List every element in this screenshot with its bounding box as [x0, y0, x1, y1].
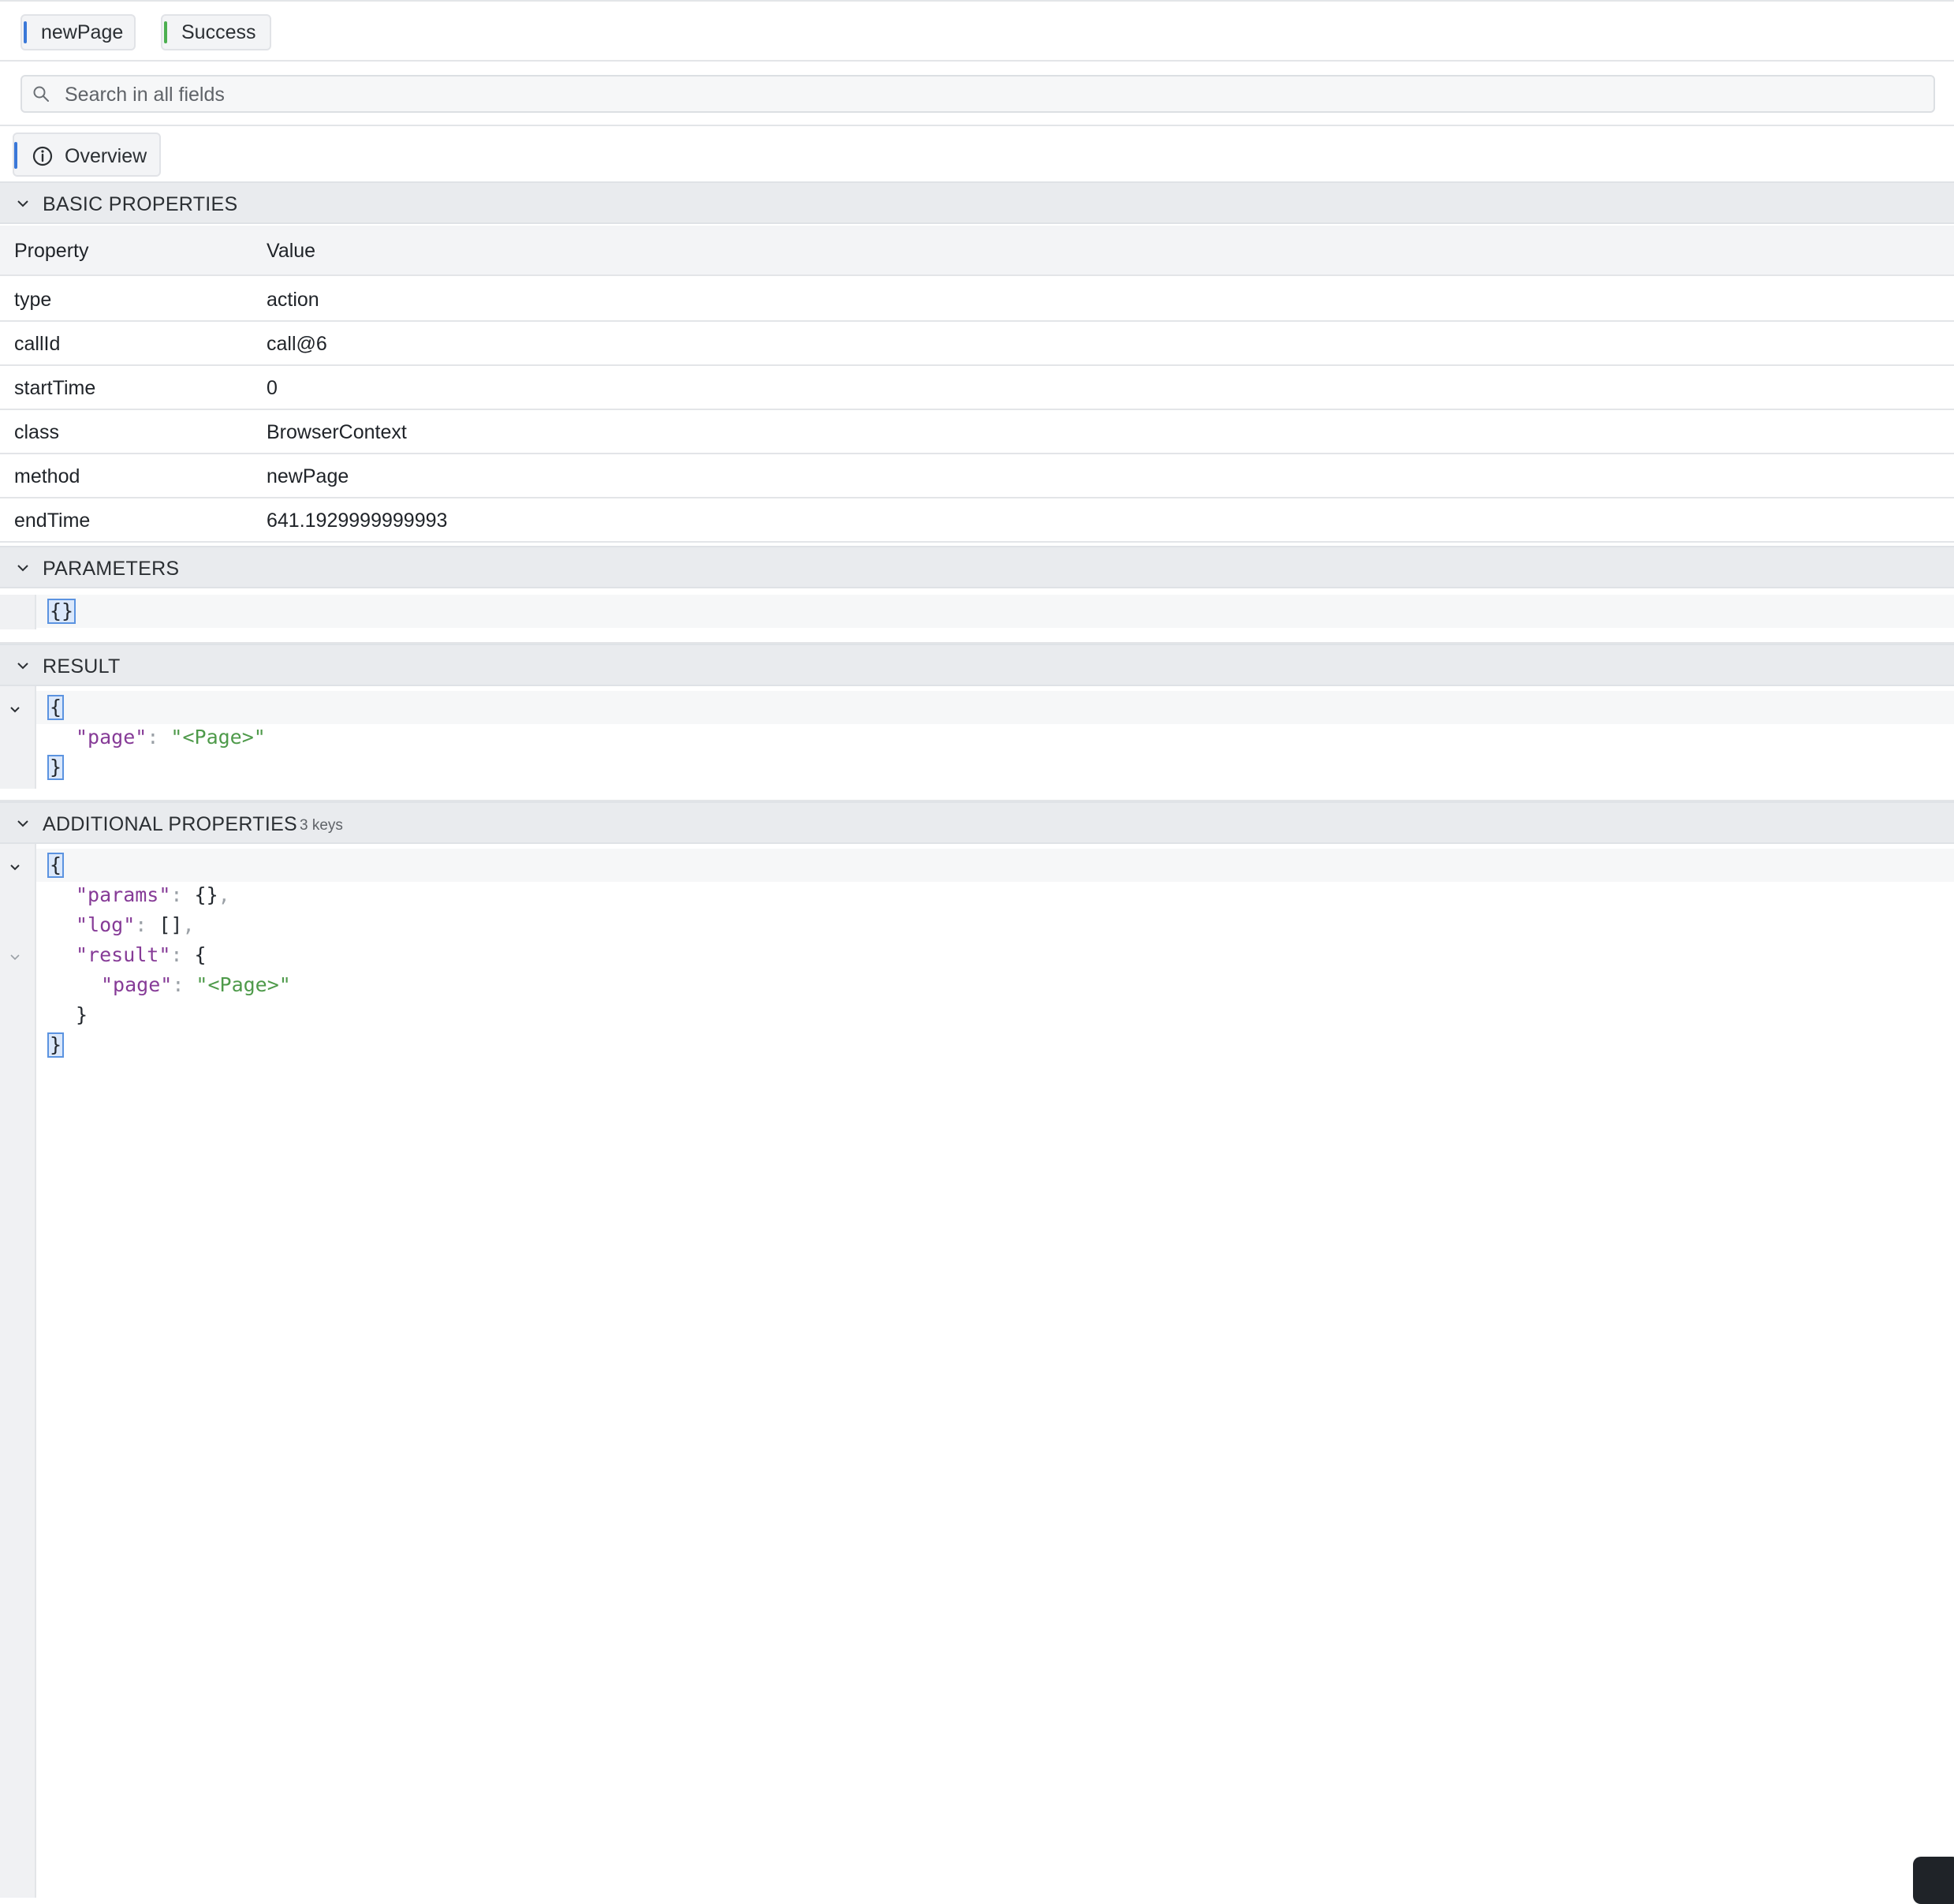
json-close-brace: }	[47, 755, 65, 780]
code-line: }	[76, 1000, 88, 1030]
json-colon: :	[147, 726, 171, 749]
property-value: action	[267, 289, 319, 311]
json-comma: ,	[182, 913, 195, 936]
info-icon	[32, 146, 53, 166]
section-title: RESULT	[43, 655, 121, 678]
floating-widget[interactable]	[1913, 1857, 1954, 1904]
code-gutter	[0, 844, 36, 1898]
table-row: endTime 641.1929999999993	[0, 498, 1954, 543]
code-line: {	[47, 850, 65, 880]
chevron-down-icon	[17, 820, 28, 827]
active-line	[36, 691, 1954, 724]
json-colon: :	[170, 883, 195, 906]
json-open-brace: {	[47, 853, 65, 878]
chevron-down-icon	[17, 200, 28, 207]
property-value: 0	[267, 377, 278, 399]
tab-overview-label: Overview	[65, 145, 147, 167]
table-row: callId call@6	[0, 322, 1954, 366]
chip-status[interactable]: Success	[161, 14, 271, 50]
active-line	[36, 595, 1954, 628]
chip-method-label: newPage	[41, 21, 124, 43]
code-line: "result": {	[76, 940, 207, 970]
fold-chevron-icon[interactable]	[8, 702, 22, 716]
column-header-property: Property	[14, 240, 89, 262]
code-line: {	[47, 693, 65, 722]
code-line: {}	[47, 596, 76, 626]
json-string: "<Page>"	[196, 973, 291, 996]
table-row: method newPage	[0, 454, 1954, 498]
section-title: BASIC PROPERTIES	[43, 193, 238, 215]
section-result[interactable]: RESULT	[0, 644, 1954, 686]
search-input[interactable]	[63, 77, 1927, 113]
code-line: "page": "<Page>"	[101, 970, 291, 1000]
code-line: }	[47, 1030, 65, 1060]
code-line: "log": [],	[76, 910, 195, 940]
table-header: Property Value	[0, 226, 1954, 276]
chip-status-accent	[164, 21, 167, 43]
code-line: }	[47, 752, 65, 782]
json-key: "result"	[76, 943, 171, 966]
property-value: 641.1929999999993	[267, 510, 448, 532]
key-count-badge: 3 keys	[300, 817, 343, 834]
property-name: class	[14, 421, 59, 443]
property-value: BrowserContext	[267, 421, 407, 443]
table-row: type action	[0, 278, 1954, 322]
fold-chevron-icon[interactable]	[8, 860, 22, 874]
json-key: "page"	[101, 973, 173, 996]
property-value: newPage	[267, 465, 349, 487]
chevron-down-icon	[17, 663, 28, 670]
json-open-brace: {	[47, 695, 65, 720]
code-line: "page": "<Page>"	[76, 722, 266, 752]
chip-status-label: Success	[181, 21, 256, 43]
json-key: "params"	[76, 883, 171, 906]
chip-method[interactable]: newPage	[21, 14, 136, 50]
section-additional-properties[interactable]: ADDITIONAL PROPERTIES 3 keys	[0, 801, 1954, 844]
json-object: {}	[194, 883, 218, 906]
property-name: startTime	[14, 377, 96, 399]
json-colon: :	[135, 913, 159, 936]
search-icon	[33, 86, 49, 102]
fold-chevron-icon[interactable]	[8, 950, 22, 964]
search-box[interactable]	[21, 75, 1935, 113]
column-header-value: Value	[267, 240, 316, 262]
json-close-brace: }	[76, 1003, 88, 1026]
json-comma: ,	[218, 883, 230, 906]
property-value: call@6	[267, 333, 327, 355]
code-line: "params": {},	[76, 880, 230, 910]
code-gutter	[0, 595, 36, 629]
table-row: startTime 0	[0, 366, 1954, 410]
json-close-brace: }	[47, 1032, 65, 1058]
active-line	[36, 849, 1954, 882]
json-value: {}	[47, 599, 76, 624]
json-array: []	[158, 913, 183, 936]
json-colon: :	[172, 973, 196, 996]
divider	[0, 125, 1954, 126]
tab-overview[interactable]: Overview	[13, 133, 161, 177]
header-bar: newPage Success	[0, 0, 1954, 62]
property-name: type	[14, 289, 52, 311]
json-key: "log"	[76, 913, 136, 936]
property-name: callId	[14, 333, 61, 355]
section-title: PARAMETERS	[43, 558, 180, 580]
property-name: method	[14, 465, 80, 487]
chip-method-accent	[24, 21, 27, 43]
section-parameters[interactable]: PARAMETERS	[0, 546, 1954, 588]
json-key: "page"	[76, 726, 147, 749]
json-open-brace: {	[194, 943, 207, 966]
property-name: endTime	[14, 510, 91, 532]
chevron-down-icon	[17, 565, 28, 572]
json-colon: :	[170, 943, 195, 966]
json-string: "<Page>"	[170, 726, 266, 749]
table-row: class BrowserContext	[0, 410, 1954, 454]
tab-overview-accent	[14, 142, 17, 169]
section-title: ADDITIONAL PROPERTIES	[43, 813, 298, 835]
section-basic-properties[interactable]: BASIC PROPERTIES	[0, 181, 1954, 224]
